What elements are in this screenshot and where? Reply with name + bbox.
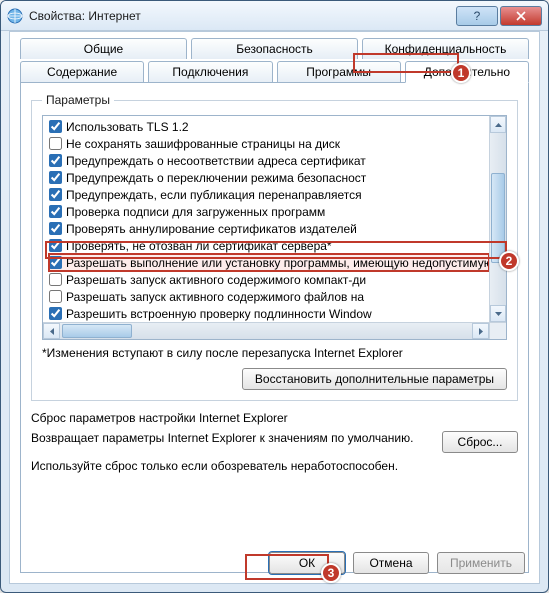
reset-title: Сброс параметров настройки Internet Expl… xyxy=(31,411,518,425)
window-title: Свойства: Интернет xyxy=(29,9,454,23)
setting-checkbox[interactable] xyxy=(49,154,62,167)
setting-label: Проверять, не отозван ли сертификат серв… xyxy=(66,239,332,253)
setting-label: Использовать TLS 1.2 xyxy=(66,120,189,134)
tab-connections[interactable]: Подключения xyxy=(148,61,272,83)
vertical-scrollbar[interactable] xyxy=(489,116,506,322)
chevron-right-icon xyxy=(479,328,483,335)
scroll-right-button[interactable] xyxy=(472,323,489,339)
setting-label: Разрешать запуск активного содержимого ф… xyxy=(66,290,364,304)
setting-item[interactable]: Разрешать выполнение или установку прогр… xyxy=(49,254,489,271)
svg-text:?: ? xyxy=(474,10,481,22)
scroll-thumb-vertical[interactable] xyxy=(491,173,505,263)
setting-checkbox[interactable] xyxy=(49,239,62,252)
setting-checkbox[interactable] xyxy=(49,256,62,269)
tab-privacy[interactable]: Конфиденциальность xyxy=(362,38,529,59)
tab-panel-advanced: Параметры Использовать TLS 1.2 Не сохраня… xyxy=(20,82,529,573)
cancel-button[interactable]: Отмена xyxy=(353,552,429,574)
parameters-group: Параметры Использовать TLS 1.2 Не сохраня… xyxy=(31,93,518,401)
client-area: Общие Безопасность Конфиденциальность Со… xyxy=(9,31,540,584)
internet-options-icon xyxy=(7,8,23,24)
callout-badge-1: 1 xyxy=(451,63,471,83)
setting-item[interactable]: Разрешать запуск активного содержимого ф… xyxy=(49,288,489,305)
reset-button[interactable]: Сброс... xyxy=(442,431,518,453)
callout-badge-3: 3 xyxy=(321,563,341,583)
callout-badge-2: 2 xyxy=(499,251,519,271)
setting-checkbox[interactable] xyxy=(49,273,62,286)
chevron-left-icon xyxy=(50,328,54,335)
close-icon xyxy=(516,11,526,21)
setting-checkbox[interactable] xyxy=(49,188,62,201)
setting-label: Разрешать выполнение или установку прогр… xyxy=(66,256,489,270)
setting-checkbox[interactable] xyxy=(49,307,62,320)
setting-checkbox[interactable] xyxy=(49,222,62,235)
help-icon: ? xyxy=(472,10,482,22)
scroll-corner xyxy=(489,322,506,339)
setting-item[interactable]: Предупреждать о несоответствии адреса се… xyxy=(49,152,489,169)
setting-item[interactable]: Проверять, не отозван ли сертификат серв… xyxy=(49,237,489,254)
help-button[interactable]: ? xyxy=(456,6,498,26)
settings-listbox[interactable]: Использовать TLS 1.2 Не сохранять зашифро… xyxy=(42,115,507,340)
internet-properties-window: Свойства: Интернет ? Общие Безопасность … xyxy=(0,0,549,593)
reset-section: Сброс параметров настройки Internet Expl… xyxy=(31,411,518,473)
setting-checkbox[interactable] xyxy=(49,171,62,184)
setting-checkbox[interactable] xyxy=(49,120,62,133)
setting-checkbox[interactable] xyxy=(49,205,62,218)
setting-label: Предупреждать, если публикация перенапра… xyxy=(66,188,362,202)
parameters-legend: Параметры xyxy=(42,93,114,107)
scroll-left-button[interactable] xyxy=(43,323,60,339)
setting-item[interactable]: Проверка подписи для загруженных програм… xyxy=(49,203,489,220)
setting-label: Проверка подписи для загруженных програм… xyxy=(66,205,325,219)
horizontal-scrollbar[interactable] xyxy=(43,322,489,339)
apply-button[interactable]: Применить xyxy=(437,552,525,574)
setting-checkbox[interactable] xyxy=(49,137,62,150)
setting-item[interactable]: Проверять аннулирование сертификатов изд… xyxy=(49,220,489,237)
setting-label: Не сохранять зашифрованные страницы на д… xyxy=(66,137,340,151)
setting-item[interactable]: Использовать TLS 1.2 xyxy=(49,118,489,135)
setting-label: Проверять аннулирование сертификатов изд… xyxy=(66,222,357,236)
close-button[interactable] xyxy=(500,6,542,26)
setting-label: Разрешать запуск активного содержимого к… xyxy=(66,273,366,287)
setting-label: Предупреждать о переключении режима безо… xyxy=(66,171,366,185)
setting-label: Предупреждать о несоответствии адреса се… xyxy=(66,154,366,168)
tab-security[interactable]: Безопасность xyxy=(191,38,358,59)
scroll-up-button[interactable] xyxy=(490,116,506,133)
setting-item[interactable]: Предупреждать, если публикация перенапра… xyxy=(49,186,489,203)
dialog-button-row: ОК Отмена Применить xyxy=(10,543,539,583)
setting-item[interactable]: Разрешить встроенную проверку подлинност… xyxy=(49,305,489,322)
setting-label: Разрешить встроенную проверку подлинност… xyxy=(66,307,372,321)
restart-note: *Изменения вступают в силу после перезап… xyxy=(42,346,507,360)
scroll-thumb-horizontal[interactable] xyxy=(62,324,132,338)
restore-defaults-button[interactable]: Восстановить дополнительные параметры xyxy=(242,368,507,390)
tab-programs[interactable]: Программы xyxy=(277,61,401,83)
chevron-down-icon xyxy=(495,312,502,316)
tab-general[interactable]: Общие xyxy=(20,38,187,59)
titlebar: Свойства: Интернет ? xyxy=(1,1,548,31)
chevron-up-icon xyxy=(495,123,502,127)
setting-item[interactable]: Предупреждать о переключении режима безо… xyxy=(49,169,489,186)
setting-item[interactable]: Не сохранять зашифрованные страницы на д… xyxy=(49,135,489,152)
setting-item[interactable]: Разрешать запуск активного содержимого к… xyxy=(49,271,489,288)
scroll-down-button[interactable] xyxy=(490,305,506,322)
reset-warning: Используйте сброс только если обозревате… xyxy=(31,459,518,473)
reset-description: Возвращает параметры Internet Explorer к… xyxy=(31,431,430,445)
setting-checkbox[interactable] xyxy=(49,290,62,303)
tab-content[interactable]: Содержание xyxy=(20,61,144,83)
